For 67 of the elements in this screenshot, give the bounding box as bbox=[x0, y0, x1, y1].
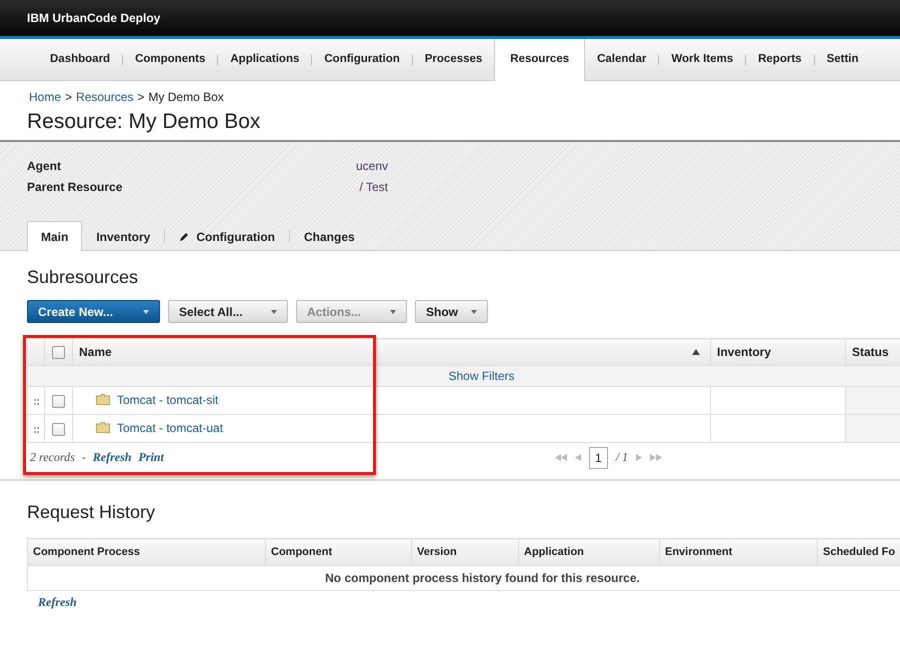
resource-link[interactable]: Tomcat - tomcat-sit bbox=[117, 392, 218, 407]
caret-icon bbox=[143, 310, 149, 314]
nav-tab[interactable]: Reports bbox=[746, 39, 814, 80]
property-value: / Test bbox=[358, 180, 388, 196]
tab[interactable]: Main bbox=[27, 221, 82, 251]
refresh-link[interactable]: Refresh bbox=[38, 595, 77, 609]
dropdown-button[interactable]: Show bbox=[415, 300, 488, 323]
page-total: / 1 bbox=[616, 450, 628, 465]
app-title: IBM UrbanCode Deploy bbox=[27, 11, 160, 25]
section-title: Subresources bbox=[27, 267, 140, 289]
tab[interactable]: Inventory bbox=[82, 222, 164, 250]
next-page-icon[interactable] bbox=[636, 454, 642, 461]
tab[interactable]: Changes bbox=[290, 222, 369, 250]
caret-icon bbox=[471, 310, 477, 314]
empty-message: No component process history found for this resource. bbox=[28, 566, 900, 590]
column-header[interactable]: Environment bbox=[660, 538, 818, 566]
page-title: Resource: My Demo Box bbox=[27, 110, 262, 135]
breadcrumb-link[interactable]: Home bbox=[29, 90, 62, 104]
nav-tab[interactable]: Processes bbox=[412, 39, 494, 80]
caret-icon bbox=[271, 310, 277, 314]
first-page-icon[interactable] bbox=[555, 454, 567, 461]
footer-separator: - bbox=[82, 450, 86, 465]
tab[interactable]: Configuration bbox=[165, 222, 290, 250]
column-header[interactable]: Version bbox=[412, 538, 518, 566]
last-page-icon[interactable] bbox=[650, 454, 662, 461]
caret-icon bbox=[390, 310, 396, 314]
column-header[interactable]: Inventory bbox=[710, 338, 846, 366]
nav-tab[interactable]: Dashboard bbox=[38, 39, 122, 80]
property-label: Parent Resource bbox=[27, 180, 124, 196]
column-header[interactable]: Scheduled Fo bbox=[818, 538, 900, 566]
drag-handle-icon[interactable] bbox=[34, 398, 38, 404]
breadcrumb-separator: > bbox=[65, 90, 72, 104]
folder-icon bbox=[96, 422, 110, 434]
column-header[interactable]: Status bbox=[846, 338, 900, 366]
nav-tab[interactable]: Configuration bbox=[312, 39, 412, 80]
nav-tab[interactable]: Components bbox=[123, 39, 218, 80]
record-count: 2 records bbox=[30, 450, 75, 465]
dropdown-button[interactable]: Create New... bbox=[27, 300, 160, 323]
column-header[interactable]: Component bbox=[266, 538, 412, 566]
column-header[interactable]: Name bbox=[72, 338, 710, 366]
breadcrumb-separator: > bbox=[137, 90, 144, 104]
property-label: Agent bbox=[27, 159, 62, 175]
nav-tab[interactable]: Settin bbox=[814, 39, 871, 80]
drag-handle-icon[interactable] bbox=[34, 426, 38, 432]
section-title: Request History bbox=[27, 502, 156, 524]
nav-tab[interactable]: Applications bbox=[218, 39, 312, 80]
property-value: ucenv bbox=[354, 159, 388, 175]
page-field[interactable]: 1 bbox=[589, 446, 608, 468]
dropdown-button[interactable]: Select All... bbox=[168, 300, 288, 323]
resource-link[interactable]: Tomcat - tomcat-uat bbox=[117, 420, 224, 435]
nav-tab[interactable]: Work Items bbox=[659, 39, 746, 80]
footer-link[interactable]: Print bbox=[138, 450, 164, 465]
folder-icon bbox=[96, 394, 110, 406]
column-header[interactable]: Component Process bbox=[28, 538, 266, 566]
select-all-checkbox[interactable] bbox=[52, 346, 65, 360]
previous-page-icon[interactable] bbox=[575, 454, 581, 461]
nav-tab[interactable]: Resources bbox=[494, 39, 586, 81]
show-filters-link[interactable]: Show Filters bbox=[448, 369, 515, 383]
sort-ascending-icon bbox=[692, 349, 700, 355]
footer-link[interactable]: Refresh bbox=[92, 450, 132, 465]
row-checkbox[interactable] bbox=[52, 394, 65, 408]
breadcrumb-link[interactable]: Resources bbox=[76, 90, 134, 104]
breadcrumb-current: My Demo Box bbox=[148, 90, 224, 104]
nav-tab[interactable]: Calendar bbox=[585, 39, 658, 80]
pencil-icon bbox=[179, 231, 190, 242]
column-header[interactable]: Application bbox=[518, 538, 660, 566]
row-checkbox[interactable] bbox=[52, 422, 65, 436]
